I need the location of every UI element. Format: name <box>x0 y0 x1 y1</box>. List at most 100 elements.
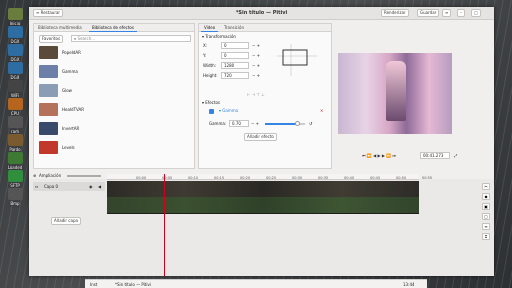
gamma-value-field[interactable]: 0.70 <box>229 120 249 127</box>
transform-field[interactable]: 720 <box>221 72 249 79</box>
desktop-icon-0[interactable]: Inicio <box>3 8 27 26</box>
clip-properties-panel: Video Transición ▾ Transformación X: 0− +… <box>198 23 332 169</box>
effect-label: HealdTVAR <box>62 107 85 112</box>
effect-label: PopeIdAR <box>62 50 81 55</box>
transform-label: Y: <box>203 53 207 58</box>
ruler-tick-label: 00:25 <box>266 176 277 180</box>
desktop-icon-glyph <box>7 134 23 146</box>
desktop-icon-9[interactable]: SFTP <box>3 170 27 188</box>
detach-viewer-icon[interactable]: ⤢ <box>454 153 457 158</box>
tab-media-library[interactable]: Biblioteca multimedia <box>35 24 85 32</box>
desktop-icon-4[interactable]: WiFi <box>3 80 27 98</box>
maximize-icon[interactable]: □ <box>471 9 481 17</box>
playhead[interactable] <box>164 174 165 276</box>
transform-field[interactable]: 0 <box>221 42 249 49</box>
transform-field[interactable]: 0 <box>221 52 249 59</box>
render-button[interactable]: Renderizar <box>381 9 409 17</box>
ruler-tick-label: 00:40 <box>344 176 355 180</box>
save-button[interactable]: Guardar <box>417 9 440 17</box>
gamma-stepper[interactable]: − + <box>251 121 259 126</box>
pitivi-window: ≡ Restaurar *Sin título — Pitivi Renderi… <box>29 7 494 276</box>
desktop-icon-glyph <box>7 44 23 56</box>
desktop-icon-10[interactable]: Bmp <box>3 188 27 206</box>
effect-thumbnail <box>39 122 58 135</box>
alignment-controls[interactable]: ⊢ ⊣ ⊤ ⊥ <box>247 92 265 97</box>
effect-thumbnail <box>39 141 58 154</box>
minimize-icon[interactable]: – <box>457 9 465 17</box>
effect-label: Gamma <box>62 69 78 74</box>
layer-handle[interactable]: ⇔ <box>35 184 38 189</box>
tab-transition[interactable]: Transición <box>221 24 247 32</box>
transform-stepper[interactable]: − + <box>252 53 260 58</box>
desktop-icon-glyph <box>7 98 23 110</box>
effect-enabled-checkbox[interactable] <box>209 109 214 114</box>
transform-header[interactable]: ▾ Transformación <box>202 34 236 39</box>
clip-video[interactable] <box>107 181 419 197</box>
desktop-icon-3[interactable]: DGX <box>3 62 27 80</box>
timecode-display[interactable]: 00:41.273 <box>420 152 450 159</box>
layer-name[interactable]: Capa 0 <box>44 184 58 189</box>
transform-stepper[interactable]: − + <box>252 63 260 68</box>
remove-effect-icon[interactable]: ✕ <box>320 108 323 113</box>
video-viewer[interactable] <box>338 53 452 134</box>
playback-controls[interactable]: ⏮ ⏪ ◀ ▶ ▶ ⏩ ⏭ <box>362 153 396 158</box>
zoom-icon: ⊕ <box>33 173 37 178</box>
taskbar-start[interactable]: Inst <box>90 282 97 287</box>
reset-icon[interactable]: ↺ <box>309 121 312 126</box>
layer-track[interactable] <box>107 181 419 214</box>
effects-library-panel: Biblioteca multimedia Biblioteca de efec… <box>33 23 195 169</box>
ruler-tick-label: 00:15 <box>214 176 225 180</box>
split-icon[interactable]: ✂ <box>482 183 490 190</box>
desktop-icon-2[interactable]: DGX <box>3 44 27 62</box>
ruler-tick-label: 00:55 <box>422 176 433 180</box>
desktop-icon-8[interactable]: Loaded <box>3 152 27 170</box>
ungroup-icon[interactable]: ▢ <box>482 213 490 220</box>
search-input[interactable]: ⌕ Search... <box>71 35 191 42</box>
desktop-icon-5[interactable]: CPU <box>3 98 27 116</box>
effect-thumbnail <box>39 65 58 78</box>
effects-header[interactable]: ▾ Efectos <box>202 100 220 105</box>
desktop-icon-label: Bmp <box>10 201 20 206</box>
transform-label: Width: <box>203 63 216 68</box>
search-placeholder: Search... <box>77 36 96 41</box>
group-icon[interactable]: ▣ <box>482 203 490 210</box>
tab-video[interactable]: Video <box>201 24 219 32</box>
eye-icon[interactable]: ◉ <box>89 184 93 189</box>
ruler-tick-label: 00:45 <box>370 176 381 180</box>
add-layer-button[interactable]: Añadir capa <box>51 217 81 225</box>
gamma-label: Gamma: <box>209 121 227 126</box>
tab-effects-library[interactable]: Biblioteca de efectos <box>89 24 137 32</box>
desktop-icon-glyph <box>7 152 23 164</box>
align-icon[interactable]: ≡ <box>482 223 490 230</box>
desktop-icon-glyph <box>7 80 23 92</box>
gamma-slider[interactable] <box>265 121 305 126</box>
menu-icon[interactable]: ≡ <box>442 9 452 17</box>
layer-header: ⇔ Capa 0 ◉ ◀ <box>33 182 105 191</box>
effect-label: Levels <box>62 145 75 150</box>
transform-field[interactable]: 1280 <box>221 62 249 69</box>
desktop-icon-7[interactable]: Pardo <box>3 134 27 152</box>
desktop-icon-glyph <box>7 188 23 200</box>
desktop-icon-1[interactable]: DGX <box>3 26 27 44</box>
taskbar-window-title[interactable]: *Sin título — Pitivi <box>115 282 151 287</box>
effect-label: Glow <box>62 88 72 93</box>
effect-name[interactable]: ▾ Gamma <box>219 108 238 113</box>
transform-preview[interactable] <box>277 44 317 76</box>
snapshot-icon[interactable]: ⌗ <box>482 233 490 240</box>
desktop-icon-6[interactable]: ram <box>3 116 27 134</box>
transform-stepper[interactable]: − + <box>252 73 260 78</box>
transform-stepper[interactable]: − + <box>252 43 260 48</box>
audio-icon[interactable]: ◀ <box>98 184 101 189</box>
ruler-tick-label: 00:50 <box>396 176 407 180</box>
zoom-slider[interactable] <box>67 175 101 177</box>
header-bar: ≡ Restaurar *Sin título — Pitivi Renderi… <box>29 7 494 20</box>
clip-audio[interactable] <box>107 197 419 213</box>
transform-label: Height: <box>203 73 218 78</box>
desktop-icon-glyph <box>7 62 23 74</box>
add-effect-button[interactable]: Añadir efecto <box>244 133 277 141</box>
effect-label: InvertAR <box>62 126 80 131</box>
desktop-icon-glyph <box>7 26 23 38</box>
clock: 13:44 <box>403 282 415 287</box>
favorites-button[interactable]: Favoritos <box>39 35 64 43</box>
keyframe-icon[interactable]: ◆ <box>482 193 490 200</box>
